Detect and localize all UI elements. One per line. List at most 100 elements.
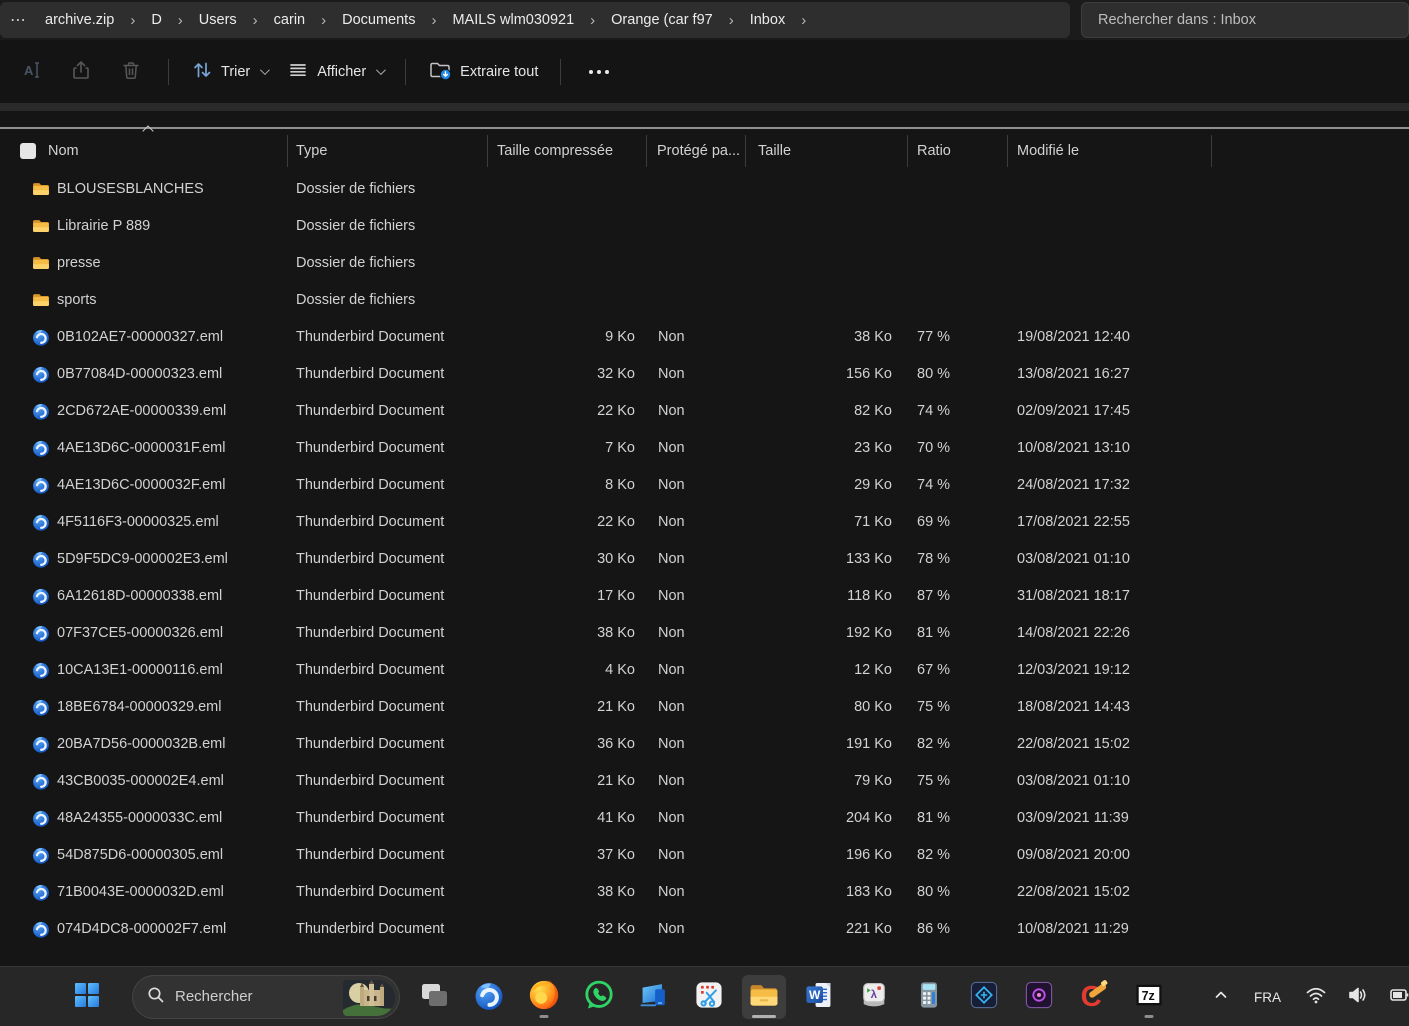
- table-row-file[interactable]: 0B102AE7-00000327.eml Thunderbird Docume…: [0, 318, 1409, 355]
- item-type: Thunderbird Document: [296, 846, 445, 863]
- table-row-file[interactable]: 0B77084D-00000323.eml Thunderbird Docume…: [0, 355, 1409, 392]
- share-button[interactable]: [56, 51, 106, 93]
- table-row-file[interactable]: 18BE6784-00000329.eml Thunderbird Docume…: [0, 688, 1409, 725]
- snipping-tool-button[interactable]: [687, 975, 731, 1019]
- table-row-file[interactable]: 6A12618D-00000338.eml Thunderbird Docume…: [0, 577, 1409, 614]
- chevron-right-icon: ›: [321, 11, 327, 29]
- speaker-icon: [1347, 985, 1369, 1009]
- column-header-ratio[interactable]: Ratio: [908, 135, 1008, 167]
- table-row-file[interactable]: 4AE13D6C-0000031F.eml Thunderbird Docume…: [0, 429, 1409, 466]
- windows-logo-icon: [74, 982, 100, 1012]
- ccleaner-button[interactable]: C: [1072, 975, 1116, 1019]
- phone-link-button[interactable]: [632, 975, 676, 1019]
- breadcrumb-item[interactable]: Users: [191, 6, 245, 34]
- column-label: Taille compressée: [497, 143, 614, 159]
- word-button[interactable]: W: [797, 975, 841, 1019]
- column-header-size[interactable]: Taille: [746, 135, 908, 167]
- whatsapp-button[interactable]: [577, 975, 621, 1019]
- column-header-compressed[interactable]: Taille compressée: [488, 135, 647, 167]
- item-protected: Non: [658, 920, 685, 937]
- breadcrumb-item[interactable]: D: [143, 6, 169, 34]
- item-type: Thunderbird Document: [296, 365, 445, 382]
- item-protected: Non: [658, 365, 685, 382]
- breadcrumb-item[interactable]: carin: [266, 6, 313, 34]
- wifi-button[interactable]: [1299, 979, 1333, 1015]
- item-ratio: 75 %: [917, 698, 951, 715]
- firefox-button[interactable]: [522, 975, 566, 1019]
- breadcrumb-item[interactable]: Documents: [334, 6, 423, 34]
- sort-button[interactable]: Trier: [181, 51, 277, 93]
- rename-button[interactable]: A: [6, 51, 56, 93]
- table-row-file[interactable]: 20BA7D56-0000032B.eml Thunderbird Docume…: [0, 725, 1409, 762]
- premiere-elements-button[interactable]: [1017, 975, 1061, 1019]
- item-size: 191 Ko: [846, 735, 892, 752]
- thunderbird-button[interactable]: [467, 975, 511, 1019]
- photoshop-elements-button[interactable]: [962, 975, 1006, 1019]
- table-row-folder[interactable]: sports Dossier de fichiers: [0, 281, 1409, 318]
- table-row-file[interactable]: 54D875D6-00000305.eml Thunderbird Docume…: [0, 836, 1409, 873]
- table-row-file[interactable]: 07F37CE5-00000326.eml Thunderbird Docume…: [0, 614, 1409, 651]
- thunderbird-icon: [472, 978, 506, 1016]
- delete-button[interactable]: [106, 51, 156, 93]
- breadcrumb-item[interactable]: MAILS wlm030921: [444, 6, 582, 34]
- table-row-file[interactable]: 074D4DC8-000002F7.eml Thunderbird Docume…: [0, 910, 1409, 947]
- item-size: 38 Ko: [854, 328, 892, 345]
- sort-arrows-icon: [191, 59, 213, 85]
- table-row-folder[interactable]: BLOUSESBLANCHES Dossier de fichiers: [0, 170, 1409, 207]
- table-row-file[interactable]: 48A24355-0000033C.eml Thunderbird Docume…: [0, 799, 1409, 836]
- table-row-file[interactable]: 43CB0035-000002E4.eml Thunderbird Docume…: [0, 762, 1409, 799]
- view-button[interactable]: Afficher: [277, 51, 393, 93]
- taskbar: Rechercher W λ 7z FRA: [0, 966, 1409, 1026]
- extract-all-button[interactable]: Extraire tout: [418, 50, 548, 94]
- table-row-file[interactable]: 4F5116F3-00000325.eml Thunderbird Docume…: [0, 503, 1409, 540]
- column-header-protected[interactable]: Protégé pa...: [647, 135, 746, 167]
- taskbar-search-box[interactable]: Rechercher: [132, 974, 400, 1019]
- table-row-file[interactable]: 71B0043E-0000032D.eml Thunderbird Docume…: [0, 873, 1409, 910]
- table-row-file[interactable]: 4AE13D6C-0000032F.eml Thunderbird Docume…: [0, 466, 1409, 503]
- item-protected: Non: [658, 698, 685, 715]
- language-indicator[interactable]: FRA: [1244, 984, 1291, 1011]
- file-explorer-icon: [747, 978, 781, 1016]
- explorer-search-text: Rechercher dans : Inbox: [1098, 12, 1256, 28]
- table-row-file[interactable]: 5D9F5DC9-000002E3.eml Thunderbird Docume…: [0, 540, 1409, 577]
- see-more-button[interactable]: [573, 60, 625, 84]
- breadcrumb-overflow-button[interactable]: ⋯: [8, 10, 37, 30]
- volume-button[interactable]: [1341, 979, 1375, 1015]
- chevron-up-icon: [1212, 986, 1230, 1008]
- tray-overflow-button[interactable]: [1206, 980, 1236, 1014]
- seven-zip-button[interactable]: 7z: [1127, 975, 1171, 1019]
- item-modified: 22/08/2021 15:02: [1017, 883, 1130, 900]
- table-row-folder[interactable]: presse Dossier de fichiers: [0, 244, 1409, 281]
- folder-name: sports: [57, 291, 97, 308]
- table-row-folder[interactable]: Librairie P 889 Dossier de fichiers: [0, 207, 1409, 244]
- folder-icon: [31, 216, 51, 236]
- calculator-button[interactable]: [907, 975, 951, 1019]
- start-button[interactable]: [65, 975, 109, 1019]
- battery-button[interactable]: [1383, 979, 1409, 1015]
- breadcrumb-item-current[interactable]: Inbox: [742, 6, 793, 34]
- breadcrumb-item[interactable]: archive.zip: [37, 6, 122, 34]
- item-modified: 03/08/2021 01:10: [1017, 550, 1130, 567]
- item-compressed: 32 Ko: [597, 365, 635, 382]
- column-header-type[interactable]: Type: [288, 135, 488, 167]
- item-modified: 14/08/2021 22:26: [1017, 624, 1130, 641]
- extract-folder-icon: [428, 58, 452, 86]
- item-modified: 18/08/2021 14:43: [1017, 698, 1130, 715]
- chevron-down-icon: [376, 65, 387, 76]
- file-explorer-button[interactable]: [742, 974, 786, 1019]
- search-icon: [147, 986, 165, 1008]
- table-row-file[interactable]: 2CD672AE-00000339.eml Thunderbird Docume…: [0, 392, 1409, 429]
- select-all-checkbox[interactable]: [20, 143, 36, 159]
- item-ratio: 81 %: [917, 624, 951, 641]
- chevron-right-icon: ›: [130, 11, 136, 29]
- column-header-modified[interactable]: Modifié le: [1008, 135, 1212, 167]
- table-row-file[interactable]: 10CA13E1-00000116.eml Thunderbird Docume…: [0, 651, 1409, 688]
- column-header-name[interactable]: Nom: [0, 125, 288, 167]
- explorer-search-box[interactable]: Rechercher dans : Inbox: [1081, 2, 1409, 38]
- breadcrumb-item[interactable]: Orange (car f97: [603, 6, 721, 34]
- item-type: Thunderbird Document: [296, 476, 445, 493]
- item-compressed: 8 Ko: [605, 476, 635, 493]
- search-highlight-image[interactable]: [343, 979, 395, 1016]
- task-view-button[interactable]: [412, 975, 456, 1019]
- keycap-app-button[interactable]: λ: [852, 975, 896, 1019]
